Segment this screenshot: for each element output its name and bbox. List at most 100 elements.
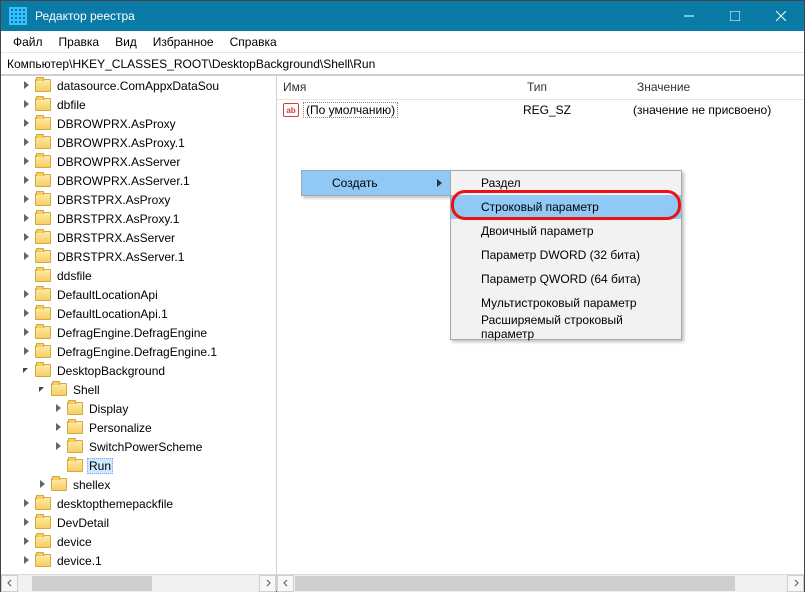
col-value[interactable]: Значение xyxy=(631,76,804,99)
ctx-item[interactable]: Раздел xyxy=(451,171,681,195)
expander-icon[interactable] xyxy=(21,175,33,187)
expander-icon[interactable] xyxy=(21,517,33,529)
folder-icon xyxy=(35,326,51,339)
col-name[interactable]: Имя xyxy=(277,76,521,99)
menu-edit[interactable]: Правка xyxy=(51,33,108,51)
tree-hscrollbar[interactable] xyxy=(1,574,276,591)
tree-node[interactable]: dbfile xyxy=(1,95,276,114)
tree-node[interactable]: ddsfile xyxy=(1,266,276,285)
ctx-item[interactable]: Мультистроковый параметр xyxy=(451,291,681,315)
context-submenu[interactable]: РазделСтроковый параметрДвоичный парамет… xyxy=(450,170,682,340)
expander-icon[interactable] xyxy=(21,555,33,567)
scroll-thumb[interactable] xyxy=(32,576,152,591)
tree-node[interactable]: DevDetail xyxy=(1,513,276,532)
folder-icon xyxy=(35,136,51,149)
string-value-icon: ab xyxy=(283,103,299,117)
tree-node[interactable]: DBROWPRX.AsProxy xyxy=(1,114,276,133)
tree-node[interactable]: SwitchPowerScheme xyxy=(1,437,276,456)
folder-icon xyxy=(35,364,51,377)
expander-icon[interactable] xyxy=(21,156,33,168)
tree-node[interactable]: DBROWPRX.AsServer.1 xyxy=(1,171,276,190)
registry-tree[interactable]: datasource.ComAppxDataSoudbfileDBROWPRX.… xyxy=(1,76,276,574)
tree-node[interactable]: DefaultLocationApi.1 xyxy=(1,304,276,323)
ctx-item[interactable]: Параметр DWORD (32 бита) xyxy=(451,243,681,267)
scroll-track[interactable] xyxy=(18,575,259,592)
minimize-button[interactable] xyxy=(666,1,712,31)
expander-icon[interactable] xyxy=(21,99,33,111)
maximize-button[interactable] xyxy=(712,1,758,31)
tree-node[interactable]: datasource.ComAppxDataSou xyxy=(1,76,276,95)
expander-icon[interactable] xyxy=(21,118,33,130)
close-button[interactable] xyxy=(758,1,804,31)
tree-node[interactable]: DefaultLocationApi xyxy=(1,285,276,304)
scroll-track[interactable] xyxy=(294,575,787,592)
expander-icon[interactable] xyxy=(37,479,49,491)
tree-node[interactable]: device.1 xyxy=(1,551,276,570)
folder-icon xyxy=(35,212,51,225)
tree-node[interactable]: DefragEngine.DefragEngine xyxy=(1,323,276,342)
expander-icon[interactable] xyxy=(21,536,33,548)
tree-node[interactable]: Display xyxy=(1,399,276,418)
tree-node[interactable]: DefragEngine.DefragEngine.1 xyxy=(1,342,276,361)
ctx-item[interactable]: Расширяемый строковый параметр xyxy=(451,315,681,339)
tree-node[interactable]: DesktopBackground xyxy=(1,361,276,380)
expander-icon[interactable] xyxy=(21,498,33,510)
tree-node[interactable]: Run xyxy=(1,456,276,475)
menu-view[interactable]: Вид xyxy=(107,33,145,51)
scroll-left-button[interactable] xyxy=(277,575,294,592)
row-type: REG_SZ xyxy=(523,103,633,117)
tree-node[interactable]: Personalize xyxy=(1,418,276,437)
expander-icon[interactable] xyxy=(21,327,33,339)
tree-pane: datasource.ComAppxDataSoudbfileDBROWPRX.… xyxy=(1,76,277,591)
ctx-item[interactable]: Строковый параметр xyxy=(451,195,681,219)
ctx-create[interactable]: Создать xyxy=(302,171,450,195)
tree-node[interactable]: DBRSTPRX.AsProxy.1 xyxy=(1,209,276,228)
scroll-right-button[interactable] xyxy=(259,575,276,592)
scroll-right-button[interactable] xyxy=(787,575,804,592)
tree-node[interactable]: DBROWPRX.AsServer xyxy=(1,152,276,171)
menu-help[interactable]: Справка xyxy=(222,33,285,51)
ctx-item-label: Расширяемый строковый параметр xyxy=(481,313,659,341)
expander-icon[interactable] xyxy=(21,308,33,320)
tree-node[interactable]: DBROWPRX.AsProxy.1 xyxy=(1,133,276,152)
titlebar[interactable]: Редактор реестра xyxy=(1,1,804,31)
address-bar[interactable]: Компьютер\HKEY_CLASSES_ROOT\DesktopBackg… xyxy=(1,53,804,75)
expander-icon[interactable] xyxy=(21,213,33,225)
list-hscrollbar[interactable] xyxy=(277,574,804,591)
tree-node[interactable]: DBRSTPRX.AsServer xyxy=(1,228,276,247)
menu-file[interactable]: Файл xyxy=(5,33,51,51)
tree-node-label: DBRSTPRX.AsServer.1 xyxy=(55,250,186,264)
ctx-item[interactable]: Двоичный параметр xyxy=(451,219,681,243)
expander-icon[interactable] xyxy=(21,251,33,263)
tree-node[interactable]: Shell xyxy=(1,380,276,399)
list-row[interactable]: ab (По умолчанию) REG_SZ (значение не пр… xyxy=(277,100,804,120)
submenu-arrow-icon xyxy=(437,179,442,187)
expander-icon[interactable] xyxy=(21,137,33,149)
expander-none xyxy=(21,270,33,282)
expander-icon[interactable] xyxy=(21,80,33,92)
tree-node-label: shellex xyxy=(71,478,112,492)
expander-icon[interactable] xyxy=(53,403,65,415)
tree-node[interactable]: desktopthemepackfile xyxy=(1,494,276,513)
expander-icon[interactable] xyxy=(53,441,65,453)
expander-icon[interactable] xyxy=(21,232,33,244)
expander-icon[interactable] xyxy=(21,194,33,206)
scroll-thumb[interactable] xyxy=(295,576,735,591)
tree-node[interactable]: DBRSTPRX.AsProxy xyxy=(1,190,276,209)
scroll-left-button[interactable] xyxy=(1,575,18,592)
context-menu[interactable]: Создать xyxy=(301,170,451,196)
tree-node[interactable]: device xyxy=(1,532,276,551)
expander-icon[interactable] xyxy=(53,422,65,434)
list-header: Имя Тип Значение xyxy=(277,76,804,100)
expander-icon[interactable] xyxy=(37,384,49,396)
expander-icon[interactable] xyxy=(21,289,33,301)
col-type[interactable]: Тип xyxy=(521,76,631,99)
tree-node[interactable]: shellex xyxy=(1,475,276,494)
ctx-item[interactable]: Параметр QWORD (64 бита) xyxy=(451,267,681,291)
expander-icon[interactable] xyxy=(21,346,33,358)
list-body[interactable]: ab (По умолчанию) REG_SZ (значение не пр… xyxy=(277,100,804,574)
expander-icon[interactable] xyxy=(21,365,33,377)
tree-node[interactable]: DBRSTPRX.AsServer.1 xyxy=(1,247,276,266)
menu-favorites[interactable]: Избранное xyxy=(145,33,222,51)
window-title: Редактор реестра xyxy=(35,9,666,23)
